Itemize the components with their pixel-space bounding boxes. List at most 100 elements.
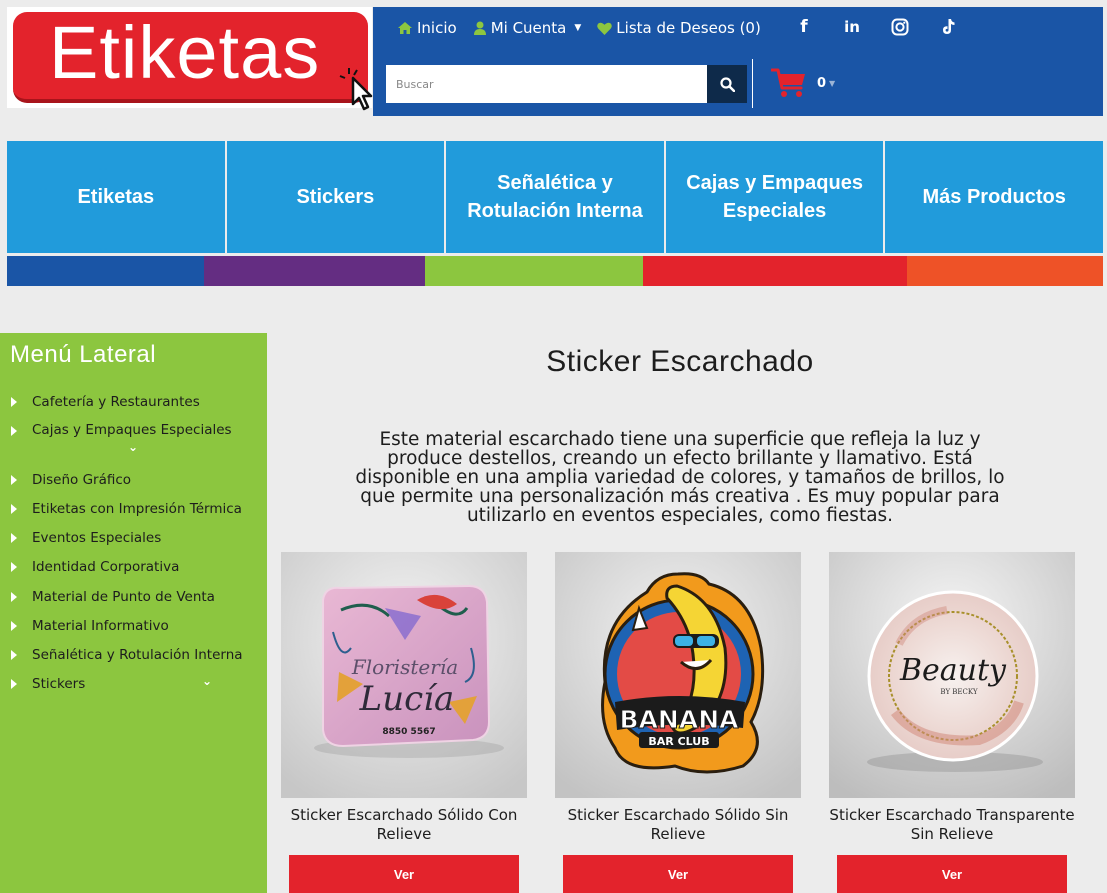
top-bar: Inicio Mi Cuenta ▼ Lista de Deseos (0) f… bbox=[373, 7, 1103, 116]
product-name: Sticker Escarchado Transparente Sin Reli… bbox=[829, 806, 1075, 843]
sidebar-item-informativo[interactable]: Material Informativo bbox=[10, 611, 250, 640]
product-grid: Floristería Lucía 8850 5567 Sticker Esca… bbox=[281, 552, 1075, 893]
page-description: Este material escarchado tiene una super… bbox=[355, 429, 1005, 526]
sticker-text: BAR CLUB bbox=[648, 735, 709, 748]
caret-right-icon bbox=[11, 620, 17, 631]
product-image[interactable]: BANANA BAR CLUB bbox=[555, 552, 801, 798]
search-icon bbox=[719, 76, 735, 92]
logo[interactable]: Etiketas bbox=[7, 7, 373, 111]
sidebar-item-label: Material de Punto de Venta bbox=[32, 588, 215, 605]
product-image[interactable]: Beauty BY BECKY bbox=[829, 552, 1075, 798]
color-strip bbox=[7, 256, 1103, 286]
product-image[interactable]: Floristería Lucía 8850 5567 bbox=[281, 552, 527, 798]
sticker-text: Beauty bbox=[899, 653, 1007, 688]
sidebar-item-label: Diseño Gráfico bbox=[32, 471, 132, 488]
sidebar-item-label: Etiketas con Impresión Térmica bbox=[32, 500, 242, 517]
chevron-down-icon[interactable]: ⌄ bbox=[128, 440, 138, 454]
sticker-beauty-image: Beauty BY BECKY bbox=[829, 552, 1075, 798]
social-links: f in bbox=[793, 15, 959, 39]
strip-purple bbox=[204, 256, 425, 286]
product-name: Sticker Escarchado Sólido Sin Relieve bbox=[567, 806, 789, 843]
nav-item-senaletica[interactable]: Señalética y Rotulación Interna bbox=[446, 141, 664, 253]
instagram-icon[interactable] bbox=[889, 18, 911, 36]
sidebar-item-label: Material Informativo bbox=[32, 617, 169, 634]
sidebar-item-label: Señalética y Rotulación Interna bbox=[32, 646, 243, 663]
caret-right-icon bbox=[11, 426, 17, 437]
sticker-text: Floristería bbox=[351, 655, 458, 679]
strip-blue bbox=[7, 256, 204, 286]
sticker-text: Lucía bbox=[359, 679, 455, 719]
caret-right-icon bbox=[11, 679, 17, 690]
sticker-text: 8850 5567 bbox=[382, 727, 435, 737]
home-link[interactable]: Inicio bbox=[397, 19, 457, 37]
user-icon bbox=[473, 21, 486, 35]
sticker-floristeria-image: Floristería Lucía 8850 5567 bbox=[281, 552, 527, 798]
logo-text: Etiketas bbox=[49, 11, 321, 94]
wishlist-link[interactable]: Lista de Deseos (0) bbox=[597, 19, 761, 37]
view-product-button[interactable]: Ver bbox=[837, 855, 1067, 893]
sticker-banana-image: BANANA BAR CLUB bbox=[555, 552, 801, 798]
strip-green bbox=[425, 256, 643, 286]
facebook-icon[interactable]: f bbox=[793, 17, 815, 37]
cart-button[interactable]: 0 ▼ bbox=[771, 67, 835, 99]
home-icon bbox=[398, 22, 412, 34]
caret-right-icon bbox=[11, 474, 17, 485]
wishlist-link-label: Lista de Deseos (0) bbox=[616, 19, 761, 37]
nav-item-etiketas[interactable]: Etiketas bbox=[7, 141, 225, 253]
nav-item-cajas[interactable]: Cajas y Empaques Especiales bbox=[665, 141, 884, 253]
nav-item-mas-productos[interactable]: Más Productos bbox=[885, 141, 1103, 253]
caret-right-icon bbox=[11, 533, 17, 544]
sidebar-item-diseno[interactable]: Diseño Gráfico bbox=[10, 465, 250, 494]
product-card: Beauty BY BECKY Sticker Escarchado Trans… bbox=[829, 552, 1075, 893]
chevron-down-icon: ▼ bbox=[574, 23, 582, 33]
sidebar-item-senaletica[interactable]: Señalética y Rotulación Interna bbox=[10, 640, 250, 669]
sidebar-item-eventos[interactable]: Eventos Especiales bbox=[10, 524, 250, 553]
heart-icon bbox=[597, 22, 613, 35]
caret-right-icon bbox=[11, 649, 17, 660]
sidebar-item-label: Cafetería y Restaurantes bbox=[32, 393, 200, 410]
sidebar-item-stickers[interactable]: Stickers ⌄ bbox=[10, 670, 250, 699]
caret-right-icon bbox=[11, 562, 17, 573]
product-name: Sticker Escarchado Sólido Con Relieve bbox=[290, 806, 518, 843]
top-links: Inicio Mi Cuenta ▼ Lista de Deseos (0) bbox=[397, 17, 761, 39]
view-product-button[interactable]: Ver bbox=[563, 855, 793, 893]
account-menu-label: Mi Cuenta bbox=[490, 19, 567, 37]
strip-red bbox=[643, 256, 907, 286]
sidebar-item-label: Stickers bbox=[32, 676, 86, 693]
cart-count: 0 bbox=[817, 75, 827, 91]
sticker-text: BANANA bbox=[620, 705, 740, 734]
view-product-button[interactable]: Ver bbox=[289, 855, 519, 893]
sidebar: Menú Lateral Cafetería y Restaurantes Ca… bbox=[0, 333, 267, 893]
sidebar-item-punto-venta[interactable]: Material de Punto de Venta bbox=[10, 582, 250, 611]
caret-right-icon bbox=[11, 591, 17, 602]
tiktok-icon[interactable] bbox=[937, 18, 959, 36]
sidebar-item-label: Cajas y Empaques Especiales bbox=[32, 422, 232, 439]
caret-right-icon bbox=[11, 503, 17, 514]
linkedin-icon[interactable]: in bbox=[841, 18, 863, 36]
account-menu[interactable]: Mi Cuenta ▼ bbox=[473, 19, 582, 37]
chevron-down-icon[interactable]: ⌄ bbox=[202, 674, 212, 688]
nav-item-stickers[interactable]: Stickers bbox=[226, 141, 445, 253]
home-link-label: Inicio bbox=[417, 19, 457, 37]
sidebar-item-identidad[interactable]: Identidad Corporativa bbox=[10, 553, 250, 582]
sticker-text: BY BECKY bbox=[940, 688, 978, 696]
product-card: Floristería Lucía 8850 5567 Sticker Esca… bbox=[281, 552, 527, 893]
pointer-cursor-icon bbox=[339, 68, 373, 111]
sidebar-list: Cafetería y Restaurantes Cajas y Empaque… bbox=[10, 387, 250, 699]
page-title: Sticker Escarchado bbox=[546, 345, 814, 378]
sidebar-item-label: Eventos Especiales bbox=[32, 530, 162, 547]
sidebar-item-label: Identidad Corporativa bbox=[32, 559, 180, 576]
chevron-down-icon: ▼ bbox=[829, 78, 836, 88]
cart-icon bbox=[771, 68, 805, 97]
main-nav: Etiketas Stickers Señalética y Rotulació… bbox=[7, 141, 1103, 253]
sidebar-item-cafeteria[interactable]: Cafetería y Restaurantes bbox=[10, 387, 250, 416]
divider bbox=[752, 59, 753, 108]
product-card: BANANA BAR CLUB Sticker Escarchado Sólid… bbox=[555, 552, 801, 893]
strip-orange bbox=[907, 256, 1103, 286]
sidebar-item-cajas[interactable]: Cajas y Empaques Especiales ⌄ bbox=[10, 416, 250, 465]
search-button[interactable] bbox=[707, 65, 747, 103]
search-input[interactable] bbox=[386, 65, 707, 103]
caret-right-icon bbox=[11, 396, 17, 407]
sidebar-title: Menú Lateral bbox=[10, 341, 157, 368]
sidebar-item-etiketas-termica[interactable]: Etiketas con Impresión Térmica bbox=[10, 494, 250, 523]
